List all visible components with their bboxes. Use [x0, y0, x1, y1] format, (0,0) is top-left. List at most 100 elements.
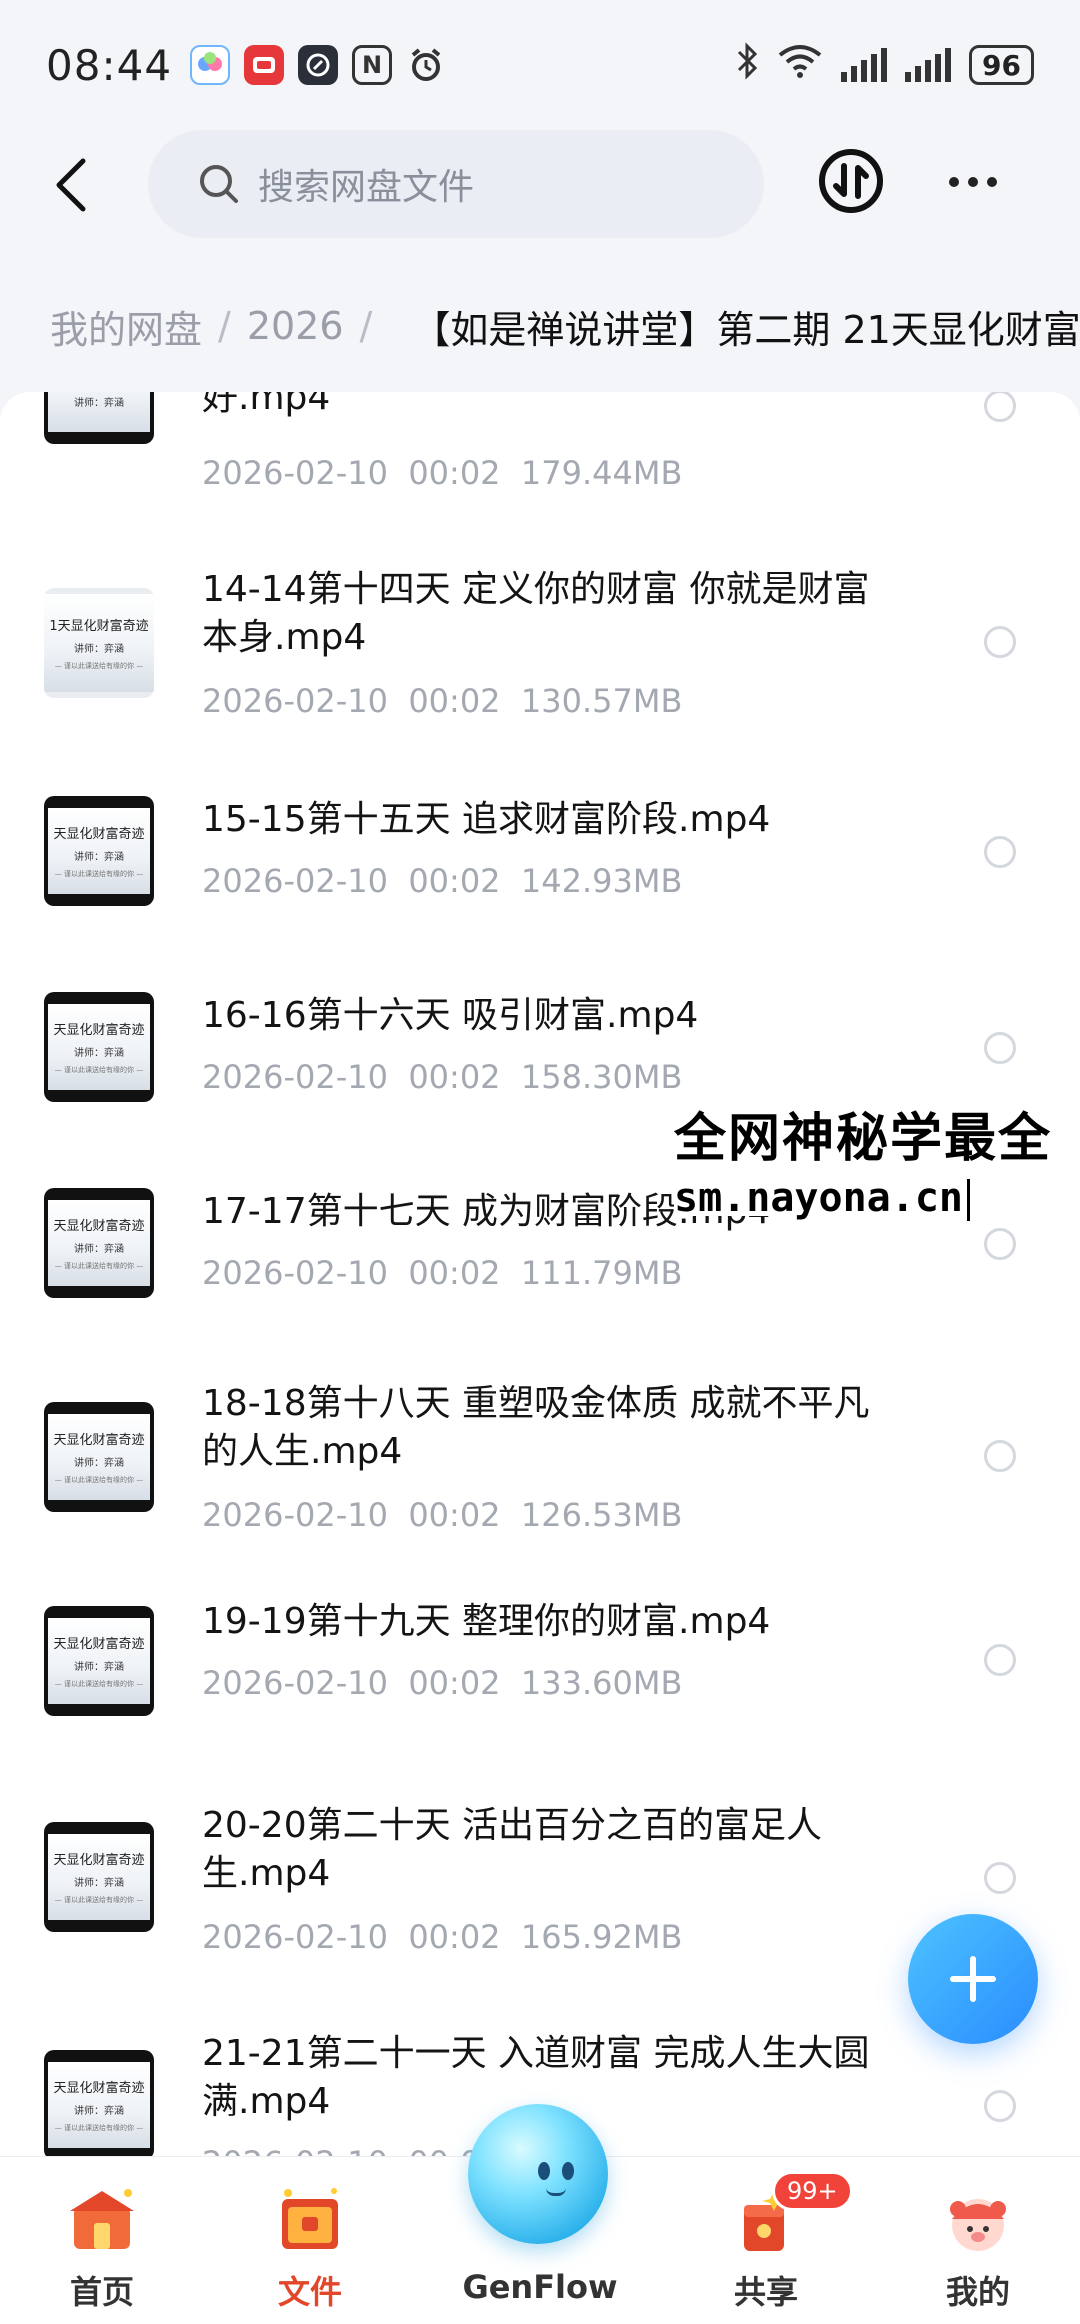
thumbnail-title: 1天显化财富奇迹 [49, 619, 149, 634]
search-input[interactable]: 搜索网盘文件 [148, 130, 764, 238]
file-meta: 2026-02-10 00:02 130.57MB [202, 682, 683, 720]
watermark-overlay: 全网神秘学最全 sm.nayona.cn [674, 1096, 1080, 1221]
file-name: 20-20第二十天 活出百分之百的富足人生.mp4 [202, 1805, 823, 1894]
more-dot [968, 177, 978, 187]
watermark-url: sm.nayona.cn [674, 1175, 1080, 1221]
thumbnail-title: 天显化财富奇迹 [53, 1637, 145, 1652]
file-name: 15-15第十五天 追求财富阶段.mp4 [202, 799, 771, 840]
nav-home[interactable]: 首页 [22, 2157, 182, 2324]
nav-files[interactable]: 文件 [230, 2157, 390, 2324]
select-radio[interactable] [984, 626, 1016, 658]
thumbnail-speaker: 讲师：弈涵 [74, 1458, 124, 1469]
video-thumbnail: 天显化财富奇迹讲师：弈涵 — 谨以此课送给有缘的你 — [44, 2050, 154, 2160]
profile-avatar-icon [950, 2199, 1006, 2251]
file-meta: 2026-02-10 00:02 158.30MB [202, 1058, 683, 1096]
system-status-icons: 96 [735, 41, 1034, 89]
select-radio[interactable] [984, 1228, 1016, 1260]
select-radio[interactable] [984, 1032, 1016, 1064]
select-radio[interactable] [984, 2090, 1016, 2122]
select-radio[interactable] [984, 1440, 1016, 1472]
tool-app-icon [298, 45, 339, 85]
thumbnail-line: — 谨以此课送给有缘的你 — [54, 2124, 144, 2132]
nfc-icon: N [352, 45, 393, 85]
select-radio[interactable] [984, 836, 1016, 868]
genflow-icon [190, 45, 231, 85]
thumbnail-line: — 谨以此课送给有缘的你 — [54, 1680, 144, 1688]
file-name: 好.mp4 [202, 392, 331, 418]
thumbnail-title: 天显化财富奇迹 [53, 2081, 145, 2096]
alarm-icon [406, 45, 446, 85]
wifi-icon [777, 43, 823, 88]
status-bar: 08:44 N 96 [0, 0, 1080, 130]
nav-share[interactable]: 99+ 共享 [686, 2157, 853, 2324]
video-thumbnail: 天显化财富奇迹讲师：弈涵 — 谨以此课送给有缘的你 — [44, 992, 154, 1102]
thumbnail-speaker: 讲师：弈涵 [74, 1662, 124, 1673]
back-button[interactable] [40, 150, 100, 220]
file-meta: 2026-02-10 00:02 111.79MB [202, 1254, 683, 1292]
breadcrumb-separator: / [359, 304, 373, 348]
upload-fab-button[interactable] [908, 1914, 1038, 2044]
video-thumbnail: 天显化财富奇迹 讲师：弈涵 — 谨以此课送给有缘的你 — [44, 1822, 154, 1932]
plus-icon [950, 1956, 996, 2002]
breadcrumb-folder[interactable]: 2026 [247, 304, 344, 348]
video-thumbnail: 天显化财富奇迹讲师：弈涵 — 谨以此课送给有缘的你 — [44, 1402, 154, 1512]
bluetooth-icon [735, 41, 759, 89]
breadcrumb-separator: / [218, 304, 231, 348]
select-radio[interactable] [984, 1644, 1016, 1676]
orb-eye [538, 2162, 550, 2180]
nav-share-label: 共享 [733, 2273, 798, 2311]
more-dot [949, 177, 959, 187]
thumbnail-line: — 谨以此课送给有缘的你 — [54, 1066, 144, 1074]
thumbnail-title: 天显化财富奇迹 [53, 827, 145, 842]
thumbnail-speaker: 讲师：弈涵 [74, 2106, 124, 2117]
signal-icon-2 [905, 48, 952, 82]
status-time: 08:44 [46, 40, 173, 90]
thumbnail-speaker: 讲师：弈涵 [74, 1244, 124, 1255]
thumbnail-speaker: 讲师：弈涵 [74, 644, 124, 655]
file-name: 18-18第十八天 重塑吸金体质 成就不平凡的人生.mp4 [202, 1383, 870, 1472]
home-icon [70, 2189, 134, 2249]
breadcrumb-root[interactable]: 我的网盘 [50, 299, 202, 354]
file-name: 14-14第十四天 定义你的财富 你就是财富本身.mp4 [202, 569, 870, 658]
file-meta: 2026-02-10 00:02 126.53MB [202, 1496, 683, 1534]
battery-icon: 96 [969, 45, 1034, 85]
search-icon [200, 165, 238, 203]
nav-home-label: 首页 [69, 2273, 134, 2311]
video-thumbnail: 天显化财富奇迹讲师：弈涵 — 谨以此课送给有缘的你 — [44, 1606, 154, 1716]
file-meta: 2026-02-10 00:02 179.44MB [202, 454, 683, 492]
thumbnail-speaker: 讲师：弈涵 [74, 1048, 124, 1059]
select-radio[interactable] [984, 1862, 1016, 1894]
video-thumbnail: 天显化财富奇迹讲师：弈涵 [44, 392, 154, 444]
video-thumbnail: 1天显化财富奇迹讲师：弈涵 — 谨以此课送给有缘的你 — [44, 588, 154, 698]
more-dot [987, 177, 997, 187]
thumbnail-line: — 谨以此课送给有缘的你 — [54, 1476, 144, 1484]
thumbnail-title: 天显化财富奇迹 [53, 1433, 145, 1448]
file-name: 16-16第十六天 吸引财富.mp4 [202, 995, 699, 1036]
file-meta: 2026-02-10 00:02 142.93MB [202, 862, 683, 900]
thumbnail-speaker: 讲师：弈涵 [74, 852, 124, 863]
more-options-button[interactable] [940, 152, 1006, 212]
transfer-list-button[interactable] [818, 148, 884, 214]
thumbnail-line: — 谨以此课送给有缘的你 — [54, 662, 144, 670]
nav-mine[interactable]: 我的 [898, 2157, 1058, 2324]
battery-level: 96 [982, 48, 1021, 82]
search-placeholder: 搜索网盘文件 [258, 167, 475, 208]
nav-mine-label: 我的 [945, 2273, 1010, 2311]
thumbnail-line: — 谨以此课送给有缘的你 — [54, 1896, 144, 1904]
file-meta: 2026-02-10 00:02 133.60MB [202, 1664, 683, 1702]
breadcrumb: 我的网盘 / 2026 / 【如是禅说讲堂】第二期 21天显化财富 [50, 296, 1080, 356]
select-radio[interactable] [984, 392, 1016, 422]
chevron-left-icon [56, 158, 86, 212]
thumbnail-line: — 谨以此课送给有缘的你 — [54, 870, 144, 878]
video-thumbnail: 天显化财富奇迹 讲师：弈涵 — 谨以此课送给有缘的你 — [44, 1188, 154, 1298]
file-meta: 2026-02-10 00:02 165.92MB [202, 1918, 683, 1956]
video-thumbnail: 天显化财富奇迹讲师：弈涵 — 谨以此课送给有缘的你 — [44, 796, 154, 906]
breadcrumb-current: 【如是禅说讲堂】第二期 21天显化财富 [412, 307, 1080, 352]
top-bar: 搜索网盘文件 [0, 130, 1080, 240]
genflow-orb-button[interactable] [468, 2104, 608, 2244]
signal-icon-1 [841, 48, 888, 82]
orb-eye [562, 2162, 574, 2180]
thumbnail-title: 天显化财富奇迹 [53, 1023, 145, 1038]
text-cursor [966, 1179, 970, 1221]
share-badge: 99+ [772, 2171, 853, 2211]
